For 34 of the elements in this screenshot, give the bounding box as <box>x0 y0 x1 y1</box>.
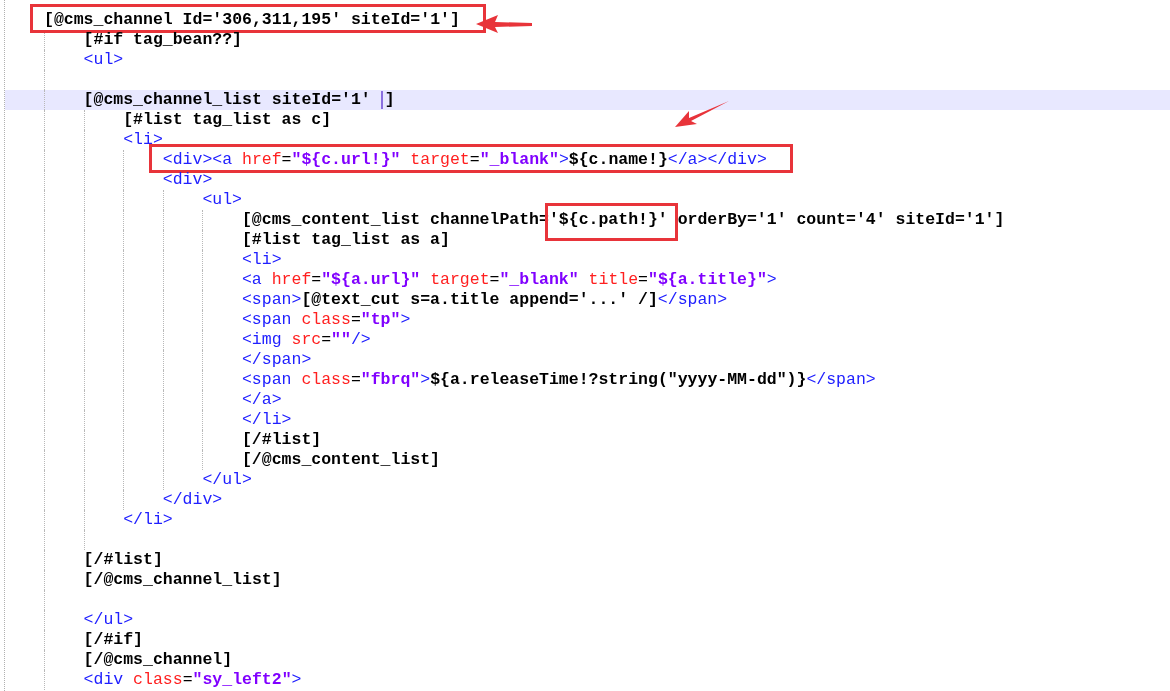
code-line: </li> <box>123 510 173 530</box>
code-line: [#list tag_list as a] <box>241 230 450 250</box>
code-line: </div> <box>162 490 223 510</box>
code-line: <li> <box>123 130 163 150</box>
code-line: <span class="fbrq">${a.releaseTime!?string("yyyy-MM-dd")}</span> <box>241 370 876 390</box>
code-line: <ul> <box>83 50 124 70</box>
code-line: <a href="${a.url}" target="_blank" title="${a.title}"> <box>241 270 777 290</box>
annotation-arrow <box>475 14 532 34</box>
code-line: </ul> <box>202 470 252 490</box>
code-line: [#if tag_bean??] <box>83 30 243 50</box>
code-line: [/@cms_content_list] <box>241 450 440 470</box>
code-line: [/#list] <box>83 550 163 570</box>
code-line: <ul> <box>202 190 242 210</box>
code-line: </span> <box>241 350 312 370</box>
code-line: [/@cms_channel_list] <box>83 570 282 590</box>
code-line: [/#if] <box>83 630 143 650</box>
code-line: [@cms_content_list channelPath='${c.path!}' orderBy='1' count='4' siteId='1'] <box>241 210 1005 230</box>
code-line: <div class="sy_left2"> <box>83 670 302 690</box>
code-line: <div><a href="${c.url!}" target="_blank">${c.name!}</a></div> <box>162 150 767 170</box>
code-line: <li> <box>241 250 282 270</box>
code-line: [@cms_channel_list siteId='1' ] <box>83 90 395 110</box>
annotation-arrow <box>674 101 729 127</box>
code-line: </a> <box>241 390 282 410</box>
code-line: [@cms_channel Id='306,311,195' siteId='1'] <box>44 10 460 30</box>
code-line: <span class="tp"> <box>241 310 411 330</box>
code-line: <img src=""/> <box>241 330 371 350</box>
code-line: <span>[@text_cut s=a.title append='...' /]</span> <box>241 290 728 310</box>
code-line: [/@cms_channel] <box>83 650 233 670</box>
code-line: [/#list] <box>241 430 322 450</box>
code-line: [#list tag_list as c] <box>123 110 332 130</box>
code-line: <div> <box>162 170 213 190</box>
code-line: </li> <box>241 410 292 430</box>
code-line: </ul> <box>83 610 134 630</box>
code-editor[interactable] <box>4 0 1170 691</box>
